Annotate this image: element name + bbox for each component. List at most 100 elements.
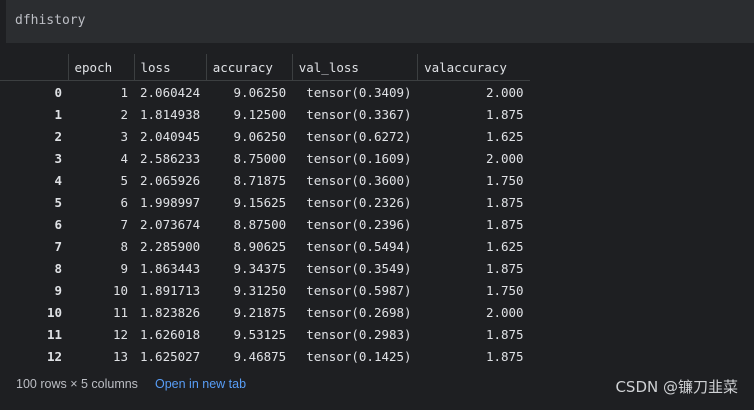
row-index: 11 — [46, 326, 62, 342]
val-loss-cell: tensor(0.3367) — [306, 106, 412, 122]
index-header — [0, 54, 68, 81]
val-loss-cell: tensor(0.2396) — [306, 216, 412, 232]
accuracy-cell: 9.53125 — [233, 326, 287, 342]
accuracy-cell: 9.06250 — [233, 128, 287, 144]
table-row: 5 6 1.998997 9.15625 tensor(0.2326) 1.875 — [0, 191, 530, 213]
table-row: 3 4 2.586233 8.75000 tensor(0.1609) 2.000 — [0, 147, 530, 169]
output-footer: 100 rows × 5 columns Open in new tab CSD… — [0, 368, 754, 410]
table-row: 12 13 1.625027 9.46875 tensor(0.1425) 1.875 — [0, 345, 530, 367]
accuracy-cell: 9.12500 — [233, 106, 287, 122]
valaccuracy-cell: 1.750 — [485, 282, 524, 298]
row-index: 9 — [54, 282, 62, 298]
val-loss-cell: tensor(0.2698) — [306, 304, 412, 320]
column-header-accuracy[interactable]: accuracy — [205, 54, 293, 81]
accuracy-cell: 9.34375 — [233, 260, 287, 276]
epoch-cell: 2 — [120, 106, 128, 122]
column-header-loss[interactable]: loss — [133, 54, 207, 81]
row-index: 8 — [54, 260, 62, 276]
table-row: 4 5 2.065926 8.71875 tensor(0.3600) 1.750 — [0, 169, 530, 191]
loss-cell: 2.065926 — [140, 172, 201, 188]
valaccuracy-cell: 2.000 — [485, 150, 524, 166]
loss-cell: 1.814938 — [140, 106, 201, 122]
epoch-cell: 10 — [112, 282, 128, 298]
table-row: 1 2 1.814938 9.12500 tensor(0.3367) 1.875 — [0, 103, 530, 125]
loss-cell: 1.823826 — [140, 304, 201, 320]
epoch-cell: 11 — [112, 304, 128, 320]
loss-cell: 2.073674 — [140, 216, 201, 232]
accuracy-cell: 9.06250 — [233, 84, 287, 100]
row-index: 0 — [54, 84, 62, 100]
epoch-cell: 12 — [112, 326, 128, 342]
loss-cell: 1.891713 — [140, 282, 201, 298]
row-index: 1 — [54, 106, 62, 122]
valaccuracy-cell: 1.875 — [485, 194, 524, 210]
accuracy-cell: 9.15625 — [233, 194, 287, 210]
row-index: 7 — [54, 238, 62, 254]
table-row: 11 12 1.626018 9.53125 tensor(0.2983) 1.875 — [0, 323, 530, 345]
val-loss-cell: tensor(0.2983) — [306, 326, 412, 342]
val-loss-cell: tensor(0.3409) — [306, 84, 412, 100]
row-index: 5 — [54, 194, 62, 210]
valaccuracy-cell: 1.625 — [485, 238, 524, 254]
row-index: 10 — [46, 304, 62, 320]
accuracy-cell: 8.90625 — [233, 238, 287, 254]
accuracy-cell: 9.21875 — [233, 304, 287, 320]
table-row: 7 8 2.285900 8.90625 tensor(0.5494) 1.625 — [0, 235, 530, 257]
val-loss-cell: tensor(0.1425) — [306, 348, 412, 364]
valaccuracy-cell: 1.875 — [485, 106, 524, 122]
row-index: 6 — [54, 216, 62, 232]
accuracy-cell: 9.46875 — [233, 348, 287, 364]
column-header-valaccuracy[interactable]: valaccuracy — [417, 54, 530, 81]
epoch-cell: 5 — [120, 172, 128, 188]
loss-cell: 2.040945 — [140, 128, 201, 144]
epoch-cell: 13 — [112, 348, 128, 364]
val-loss-cell: tensor(0.1609) — [306, 150, 412, 166]
val-loss-cell: tensor(0.3549) — [306, 260, 412, 276]
dataframe-output: epoch loss accuracy val_loss valaccuracy… — [0, 43, 754, 368]
row-index: 2 — [54, 128, 62, 144]
code-text: dfhistory — [15, 13, 86, 28]
accuracy-cell: 8.75000 — [233, 150, 287, 166]
dataframe-table: epoch loss accuracy val_loss valaccuracy… — [0, 54, 530, 367]
code-cell[interactable]: dfhistory — [6, 0, 754, 43]
table-row: 10 11 1.823826 9.21875 tensor(0.2698) 2.000 — [0, 301, 530, 323]
valaccuracy-cell: 1.625 — [485, 128, 524, 144]
val-loss-cell: tensor(0.2326) — [306, 194, 412, 210]
loss-cell: 2.586233 — [140, 150, 201, 166]
row-index: 12 — [46, 348, 62, 364]
valaccuracy-cell: 1.750 — [485, 172, 524, 188]
val-loss-cell: tensor(0.5494) — [306, 238, 412, 254]
valaccuracy-cell: 2.000 — [485, 84, 524, 100]
valaccuracy-cell: 1.875 — [485, 260, 524, 276]
val-loss-cell: tensor(0.5987) — [306, 282, 412, 298]
accuracy-cell: 9.31250 — [233, 282, 287, 298]
valaccuracy-cell: 1.875 — [485, 326, 524, 342]
accuracy-cell: 8.87500 — [233, 216, 287, 232]
row-index: 4 — [54, 172, 62, 188]
loss-cell: 1.626018 — [140, 326, 201, 342]
loss-cell: 2.060424 — [140, 84, 201, 100]
loss-cell: 1.998997 — [140, 194, 201, 210]
valaccuracy-cell: 1.875 — [485, 348, 524, 364]
open-in-new-tab-link[interactable]: Open in new tab — [155, 377, 246, 391]
table-row: 2 3 2.040945 9.06250 tensor(0.6272) 1.625 — [0, 125, 530, 147]
epoch-cell: 3 — [120, 128, 128, 144]
epoch-cell: 7 — [120, 216, 128, 232]
column-header-val-loss[interactable]: val_loss — [291, 54, 418, 81]
table-row: 9 10 1.891713 9.31250 tensor(0.5987) 1.750 — [0, 279, 530, 301]
epoch-cell: 9 — [120, 260, 128, 276]
watermark: CSDN @镰刀韭菜 — [615, 378, 738, 396]
table-row: 0 1 2.060424 9.06250 tensor(0.3409) 2.000 — [0, 81, 530, 104]
row-index: 3 — [54, 150, 62, 166]
epoch-cell: 6 — [120, 194, 128, 210]
epoch-cell: 4 — [120, 150, 128, 166]
row-column-summary: 100 rows × 5 columns — [16, 377, 138, 391]
valaccuracy-cell: 2.000 — [485, 304, 524, 320]
loss-cell: 1.625027 — [140, 348, 201, 364]
val-loss-cell: tensor(0.6272) — [306, 128, 412, 144]
val-loss-cell: tensor(0.3600) — [306, 172, 412, 188]
valaccuracy-cell: 1.875 — [485, 216, 524, 232]
column-header-epoch[interactable]: epoch — [67, 54, 134, 81]
accuracy-cell: 8.71875 — [233, 172, 287, 188]
loss-cell: 2.285900 — [140, 238, 201, 254]
